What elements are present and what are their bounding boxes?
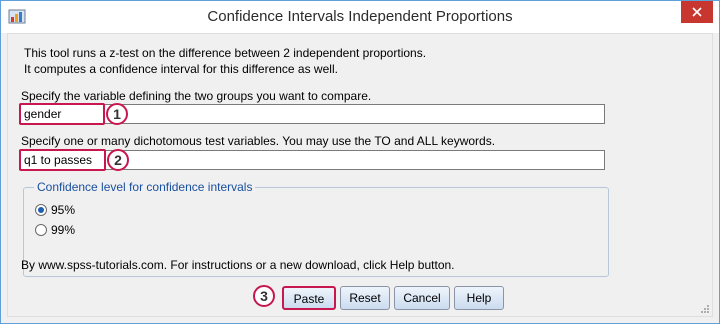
groups-highlight	[19, 103, 105, 125]
close-button[interactable]	[681, 1, 713, 23]
radio-95-label[interactable]: 95%	[51, 203, 75, 217]
intro-line-2: It computes a confidence interval for th…	[24, 62, 338, 76]
resize-grip-icon[interactable]	[700, 304, 710, 314]
cancel-label: Cancel	[403, 291, 441, 305]
radio-95[interactable]	[35, 204, 47, 216]
dialog-body: This tool runs a z-test on the differenc…	[7, 33, 713, 317]
test-variables-label: Specify one or many dichotomous test var…	[21, 134, 496, 148]
cancel-button[interactable]: Cancel	[394, 286, 450, 310]
radio-99[interactable]	[35, 224, 47, 236]
dialog-window: Confidence Intervals Independent Proport…	[0, 0, 720, 324]
radio-selected-dot	[38, 207, 44, 213]
help-label: Help	[466, 291, 492, 305]
title-bar[interactable]: Confidence Intervals Independent Proport…	[1, 1, 719, 33]
step-3-badge: 3	[253, 285, 275, 307]
close-icon	[692, 7, 702, 17]
paste-label: Paste	[293, 292, 325, 306]
step-1-badge: 1	[106, 103, 128, 125]
test-variables-highlight	[19, 149, 106, 171]
help-button[interactable]: Help	[454, 286, 504, 310]
footer-note: By www.spss-tutorials.com. For instructi…	[21, 258, 455, 272]
paste-button[interactable]: Paste	[282, 286, 336, 310]
radio-99-label[interactable]: 99%	[51, 223, 75, 237]
window-title: Confidence Intervals Independent Proport…	[207, 8, 513, 25]
step-2-badge: 2	[107, 149, 129, 171]
intro-line-1: This tool runs a z-test on the differenc…	[24, 46, 427, 60]
confidence-group-title: Confidence level for confidence interval…	[34, 180, 256, 194]
groups-label: Specify the variable defining the two gr…	[21, 89, 372, 103]
reset-button[interactable]: Reset	[340, 286, 390, 310]
reset-label: Reset	[349, 291, 381, 305]
